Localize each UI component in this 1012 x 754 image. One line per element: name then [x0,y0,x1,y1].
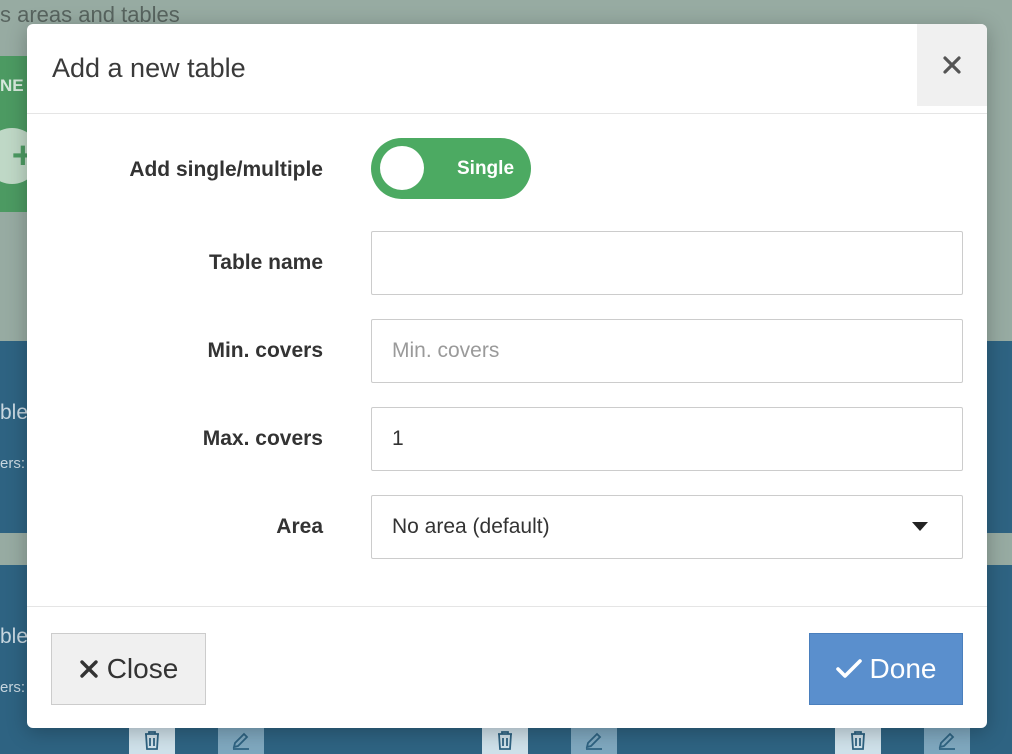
modal-title: Add a new table [52,53,246,83]
trash-icon [129,726,175,754]
area-select-value: No area (default) [392,515,550,538]
done-button[interactable]: Done [809,633,963,705]
trash-icon [482,726,528,754]
area-select[interactable]: No area (default) [371,495,963,559]
table-name-row: Table name [27,231,987,295]
toggle-text: Single [457,158,515,179]
modal-header: Add a new table [27,24,987,114]
close-icon [943,56,961,74]
mode-label: Add single/multiple [129,158,323,181]
table-name-input[interactable] [371,231,963,295]
area-label: Area [276,515,323,538]
close-button[interactable]: Close [51,633,206,705]
background-card-subtitle: ers: [0,679,26,696]
max-covers-row: Max. covers [27,407,987,471]
close-icon [79,659,99,679]
close-button-label: Close [106,653,179,684]
max-covers-label: Max. covers [202,427,323,450]
background-card-title: ble [0,625,29,648]
add-table-modal: Add a new table Add single/multiple Sing… [27,24,987,728]
area-row: Area No area (default) [27,495,987,559]
background-card-title: ble [0,401,29,424]
single-multiple-toggle[interactable]: Single [371,138,531,199]
min-covers-input[interactable] [371,319,963,383]
toggle-knob [380,146,424,190]
background-zone-label: NE [0,76,24,95]
max-covers-input[interactable] [371,407,963,471]
modal-footer: Close Done [27,606,987,728]
edit-icon [571,726,617,754]
modal-close-button[interactable] [917,24,987,106]
caret-down-icon [912,522,928,531]
min-covers-row: Min. covers [27,319,987,383]
background-card-subtitle: ers: [0,455,26,472]
checkmark-icon [835,658,862,680]
edit-icon [218,726,264,754]
table-name-label: Table name [209,251,323,274]
trash-icon [835,726,881,754]
min-covers-label: Min. covers [207,339,323,362]
done-button-label: Done [869,653,937,684]
edit-icon [924,726,970,754]
